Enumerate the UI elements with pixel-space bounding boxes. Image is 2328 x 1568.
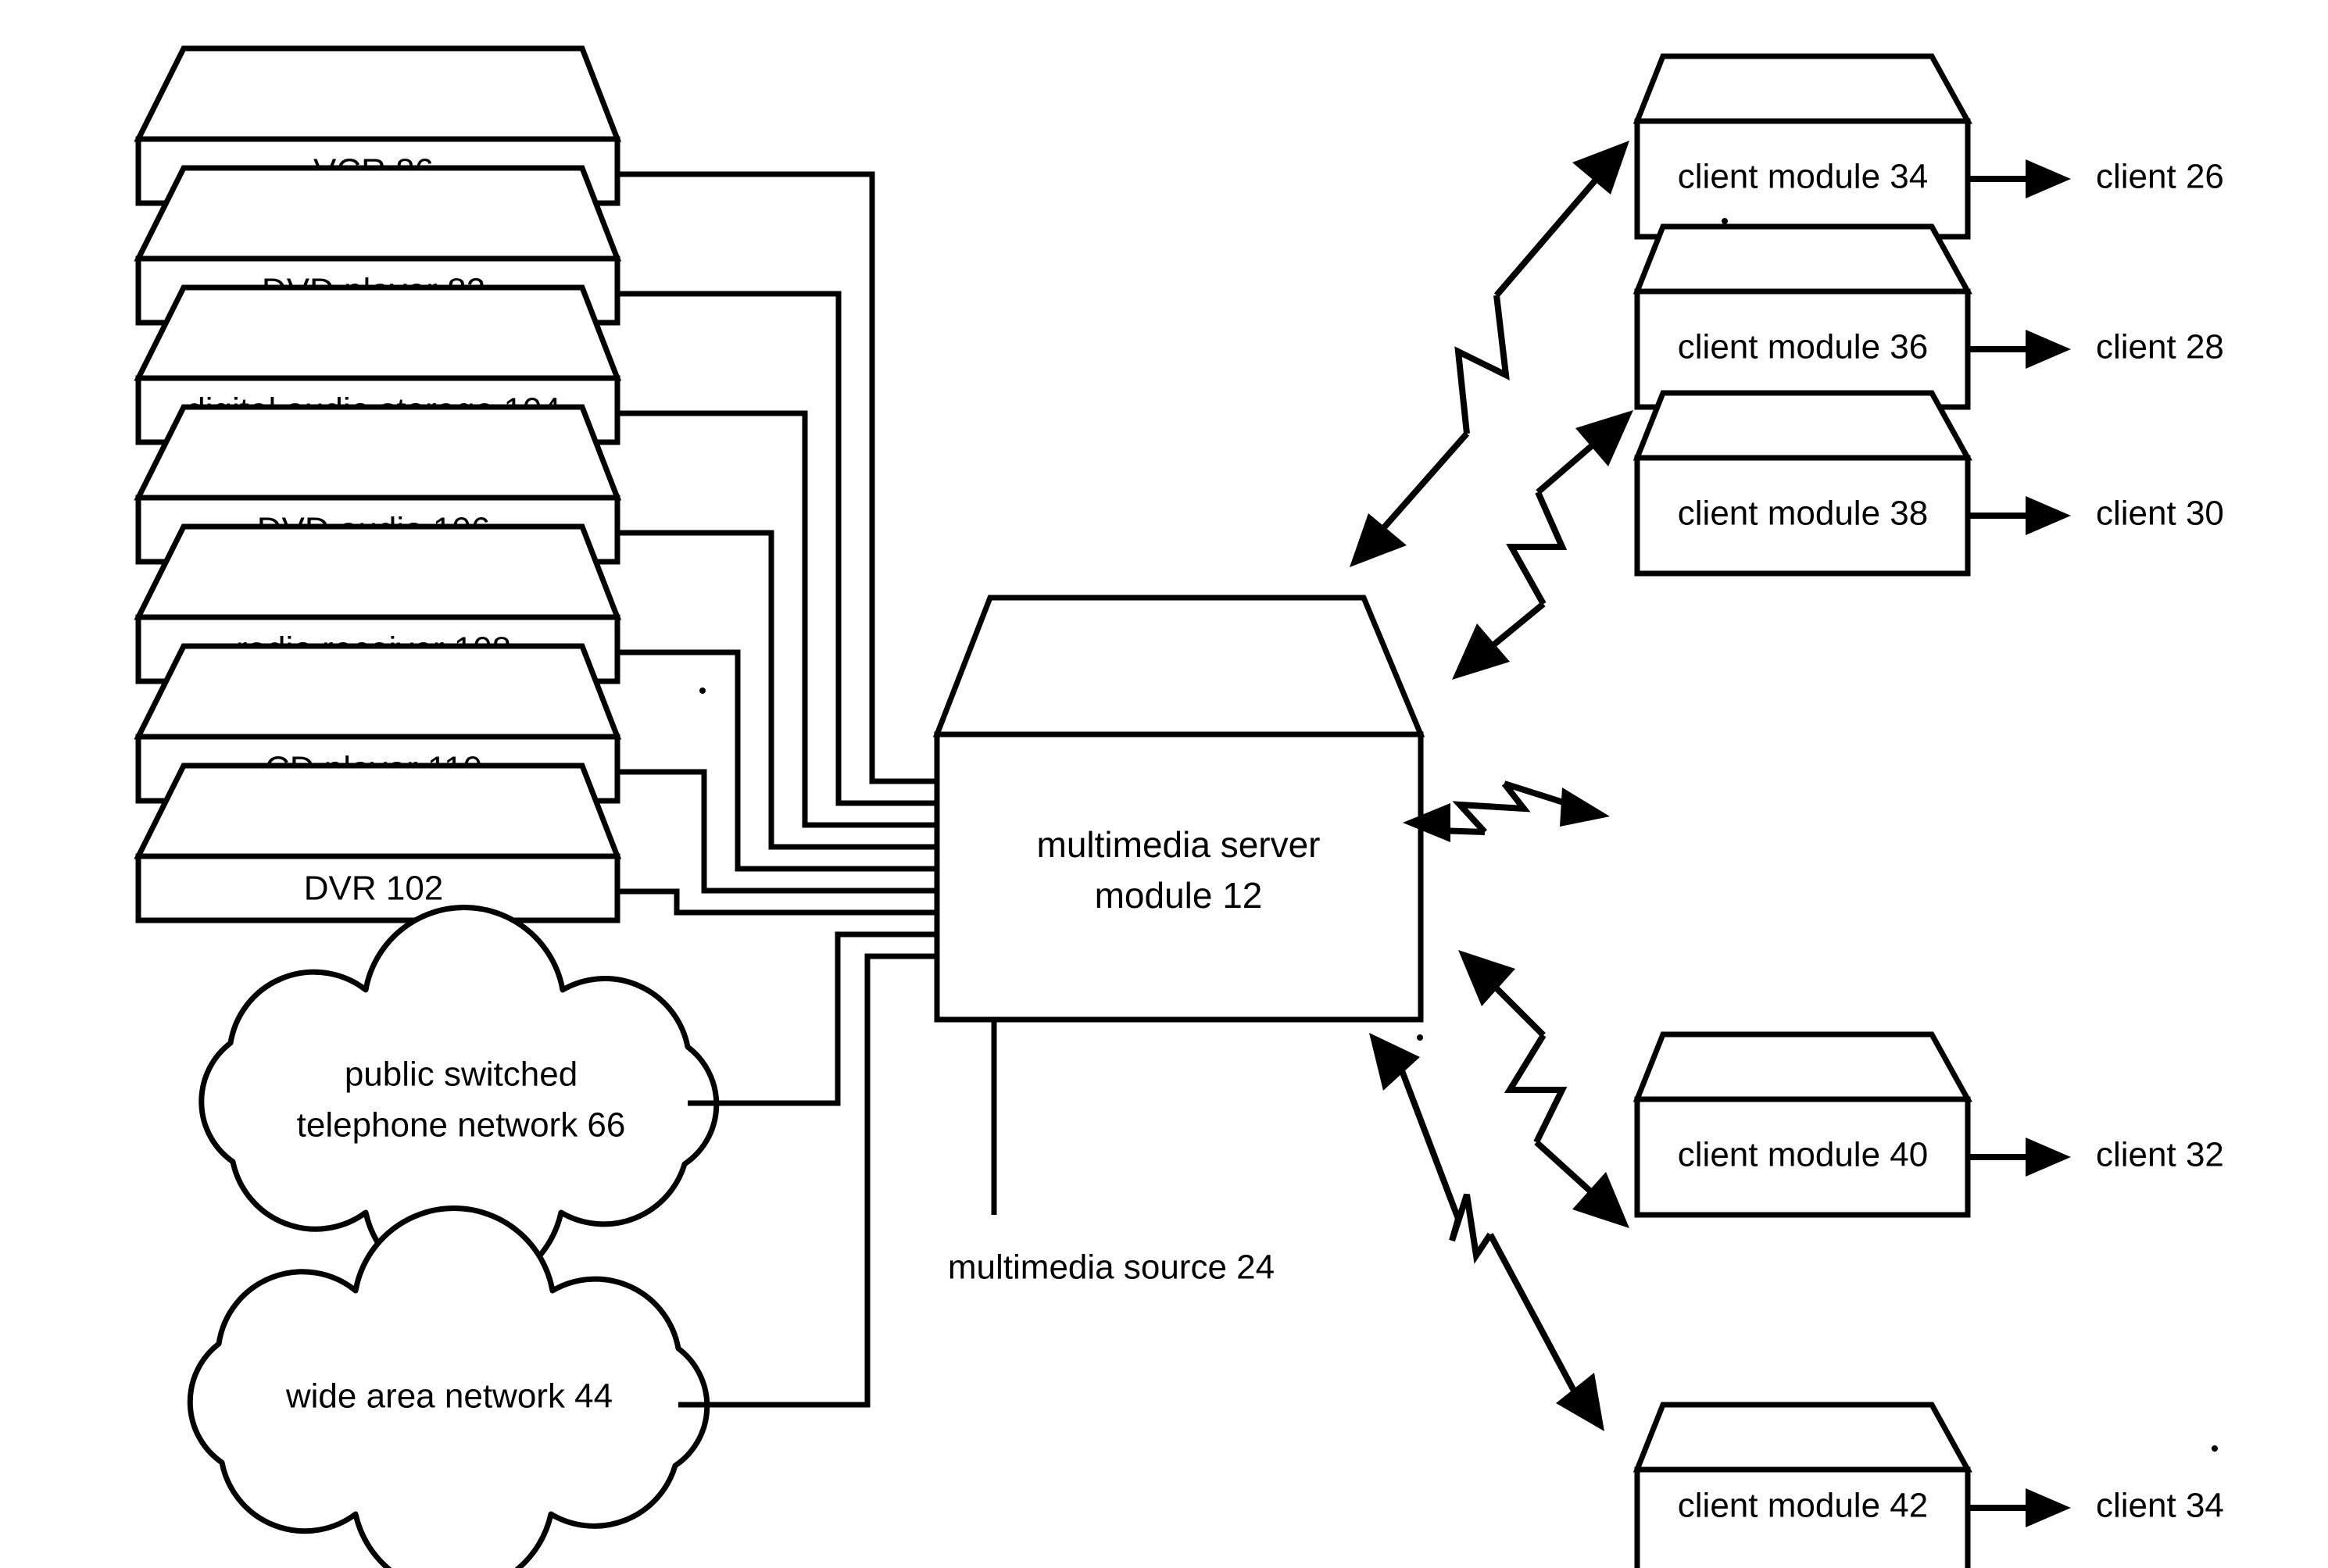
wire-digital-audio-storage-to-server [617, 410, 937, 828]
wireless-link-38-arrowhead-right-icon [1560, 788, 1610, 827]
server-top-face [932, 595, 1425, 738]
wireless-link-client-module-36 [1452, 410, 1633, 680]
pstn-label-line2: telephone network 66 [297, 1106, 626, 1145]
client-module-40-top-face [1632, 1031, 1972, 1102]
wire-dvr-to-server [617, 888, 937, 916]
wire-cd-player-to-server [617, 769, 937, 894]
diagram-canvas: VCR 86 DVD player 82 digital audio stora… [134, 45, 2224, 1568]
client-module-42[interactable]: client module 42 [1632, 1402, 1972, 1568]
client-32-arrowhead-icon [2026, 1138, 2071, 1177]
client-34-label: client 34 [2096, 1487, 2224, 1525]
client-28-label: client 28 [2096, 328, 2224, 366]
client-32-connector: client 32 [1968, 1136, 2224, 1177]
wireless-link-34-arrowhead-up-icon [1572, 141, 1629, 195]
dvr-top-face [134, 763, 622, 859]
client-26-label: client 26 [2096, 158, 2224, 196]
client-module-40-label: client module 40 [1678, 1136, 1928, 1174]
pstn-label-line1: public switched [345, 1055, 578, 1094]
wireless-link-38-zigzag-icon [1452, 781, 1531, 834]
client-module-42-label: client module 42 [1678, 1487, 1928, 1525]
client-26-connector: client 26 [1968, 158, 2224, 198]
client-32-label: client 32 [2096, 1136, 2224, 1174]
wireless-link-42-zigzag-icon [1449, 1193, 1493, 1264]
cd-player-top-face [134, 643, 622, 740]
patent-diagram-figure: VCR 86 DVD player 82 digital audio stora… [0, 0, 2328, 1568]
client-module-38[interactable]: client module 38 [1632, 390, 1972, 577]
speck-dot-4 [2212, 1445, 2218, 1452]
multimedia-server-module[interactable]: multimedia server module 12 [932, 595, 1425, 1023]
client-module-40[interactable]: client module 40 [1632, 1031, 1972, 1218]
client-module-42-top-face [1632, 1402, 1972, 1473]
client-30-label: client 30 [2096, 495, 2224, 533]
dvd-audio-top-face [134, 404, 622, 501]
client-34-connector: client 34 [1968, 1487, 2224, 1527]
wireless-link-client-module-40 [1458, 950, 1629, 1228]
wire-dvd-audio-to-server [617, 530, 937, 850]
wire-wan-to-server [678, 953, 937, 1408]
dvd-player-top-face [134, 165, 622, 262]
client-module-36-top-face [1632, 223, 1972, 295]
wan-label-line1: wide area network 44 [285, 1377, 613, 1416]
vcr-top-face [134, 45, 622, 142]
wireless-link-34-arrowhead-down-icon [1350, 513, 1407, 567]
client-34-arrowhead-icon [2026, 1488, 2071, 1527]
client-28-connector: client 28 [1968, 328, 2224, 369]
client-module-36-label: client module 36 [1678, 328, 1928, 366]
source-device-dvr[interactable]: DVR 102 [134, 763, 622, 923]
wireless-link-42-lower-segment [1487, 1233, 1583, 1404]
speck-dot-1 [699, 688, 706, 694]
network-cloud-wan[interactable]: wide area network 44 [187, 1205, 710, 1568]
radio-receiver-top-face [134, 523, 622, 620]
dvr-label: DVR 102 [304, 870, 444, 908]
speck-dot-2 [1417, 1034, 1423, 1041]
source-wire-bundle [617, 171, 937, 1408]
client-26-arrowhead-icon [2026, 159, 2071, 198]
multimedia-source-bus: multimedia source 24 [948, 1020, 1275, 1287]
wireless-link-client-module-42 [1369, 1033, 1604, 1431]
wireless-link-40-zigzag-icon [1504, 1033, 1568, 1144]
wire-vcr-to-server [617, 171, 937, 784]
client-30-arrowhead-icon [2026, 496, 2071, 535]
client-module-36[interactable]: client module 36 [1632, 223, 1972, 410]
multimedia-source-label: multimedia source 24 [948, 1248, 1275, 1287]
wire-dvd-player-to-server [617, 291, 937, 806]
wireless-link-42-upper-segment [1396, 1061, 1461, 1220]
client-module-38-label: client module 38 [1678, 495, 1928, 533]
wireless-link-client-module-38 [1403, 780, 1610, 842]
client-module-38-top-face [1632, 390, 1972, 461]
wire-radio-receiver-to-server [617, 649, 937, 872]
client-module-34[interactable]: client module 34 [1632, 53, 1972, 240]
wireless-link-34-lower-segment [1371, 431, 1470, 541]
wireless-link-36-arrowhead-down-icon [1452, 623, 1510, 680]
wireless-link-42-arrowhead-up-icon [1369, 1033, 1420, 1091]
wireless-link-36-zigzag-icon [1506, 491, 1568, 605]
client-module-34-top-face [1632, 53, 1972, 124]
scan-artifacts [699, 218, 2218, 1452]
wire-pstn-to-server [688, 931, 937, 1106]
wireless-link-client-module-34 [1350, 141, 1629, 567]
client-module-34-label: client module 34 [1678, 158, 1928, 196]
digital-audio-storage-top-face [134, 284, 622, 381]
client-30-connector: client 30 [1968, 495, 2224, 535]
client-28-arrowhead-icon [2026, 330, 2071, 369]
wireless-link-34-upper-segment [1493, 166, 1609, 298]
speck-dot-3 [1722, 218, 1728, 224]
wireless-link-36-arrowhead-up-icon [1575, 410, 1633, 466]
wireless-link-42-arrowhead-down-icon [1556, 1373, 1604, 1431]
server-label-line2: module 12 [1095, 875, 1263, 916]
server-label-line1: multimedia server [1037, 824, 1321, 865]
wireless-link-34-zigzag-icon [1454, 295, 1510, 434]
